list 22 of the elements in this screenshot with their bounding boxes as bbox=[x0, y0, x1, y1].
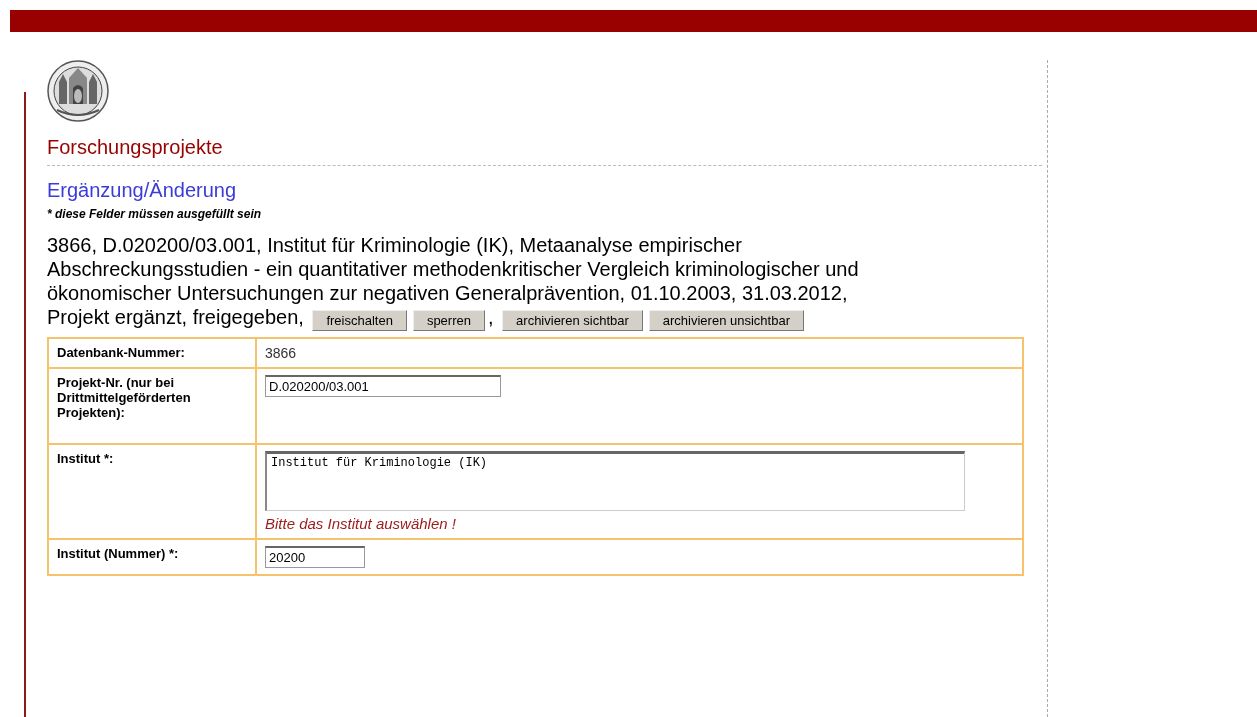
action-button[interactable]: archivieren sichtbar bbox=[502, 310, 643, 332]
input-field[interactable]: D.020200/03.001 bbox=[265, 375, 501, 398]
text-area[interactable]: Institut für Kriminologie (IK) bbox=[265, 451, 965, 512]
summary-text: Abschreckungsstudien - ein quantitativer methodenkritischer Vergleich kriminologischer und bbox=[47, 257, 859, 281]
summary-text: 3866, D.020200/03.001, Institut für Kriminologie (IK), Metaanalyse empirischer bbox=[47, 233, 742, 257]
summary-text: , bbox=[487, 306, 494, 328]
action-button[interactable]: sperren bbox=[412, 310, 485, 332]
field-label: Institut *: bbox=[57, 451, 114, 467]
field-label: Institut (Nummer) *: bbox=[57, 546, 179, 562]
summary-text: Projekt ergänzt, freigegeben, bbox=[47, 306, 304, 328]
field-label: Datenbank-Nummer: bbox=[57, 345, 185, 361]
seal-logo bbox=[47, 60, 109, 122]
section-title: Ergänzung/Änderung bbox=[47, 179, 238, 202]
field-label: Projekt-Nr. (nur bei Drittmittelgeförderten Projekten): bbox=[57, 375, 191, 421]
required-note: * diese Felder müssen ausgefüllt sein bbox=[47, 207, 263, 221]
error-message: Bitte das Institut auswählen ! bbox=[265, 515, 457, 533]
summary-text: ökonomischer Untersuchungen zur negativen Generalprävention, 01.10.2003, 31.03.2012, bbox=[47, 281, 848, 305]
field-value: 3866 bbox=[265, 345, 297, 362]
page-title: Forschungsprojekte bbox=[47, 136, 1042, 166]
action-button[interactable]: archivieren unsichtbar bbox=[648, 310, 804, 332]
input-field[interactable]: 20200 bbox=[265, 546, 365, 569]
action-button[interactable]: freischalten bbox=[312, 310, 407, 332]
